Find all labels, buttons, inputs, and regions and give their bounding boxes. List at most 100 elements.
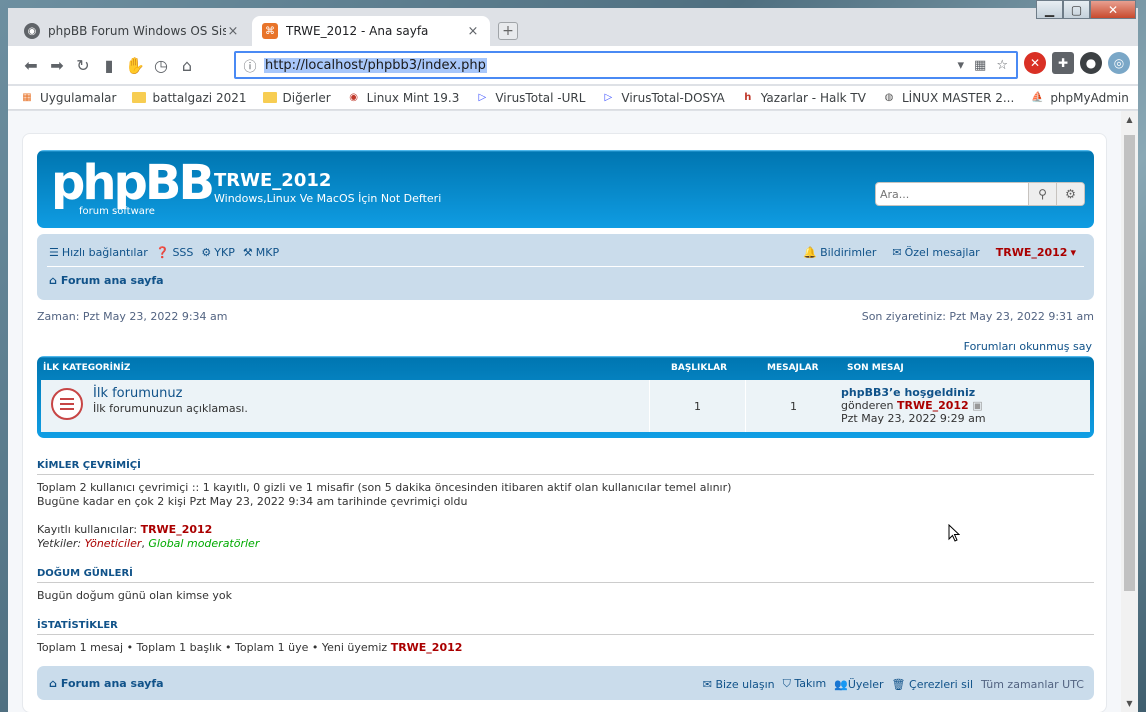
nav-label: MKP: [255, 245, 280, 259]
last-post: phpBB3’e hoşgeldiniz gönderen TRWE_2012 …: [841, 386, 986, 425]
halktv-icon: h: [744, 92, 752, 103]
info-icon[interactable]: ⓘ: [236, 56, 264, 75]
virustotal-icon: ▷: [478, 92, 487, 103]
current-time: Zaman: Pzt May 23, 2022 9:34 am: [37, 310, 228, 323]
extension-icons: ✕ ✚ ● ◎: [1024, 52, 1130, 74]
online-line1: Toplam 2 kullanıcı çevrimiçi :: 1 kayıtl…: [37, 481, 732, 494]
view-latest-icon[interactable]: ▣: [972, 399, 982, 412]
phpmyadmin-icon: ⛵: [1031, 92, 1044, 103]
mcp-link[interactable]: ⚒ MKP: [243, 246, 279, 259]
team-link[interactable]: ⛉ Takım: [783, 677, 827, 691]
home-icon[interactable]: ⌂: [174, 52, 200, 78]
mint-icon: ◉: [349, 92, 359, 103]
gear-icon[interactable]: ⚙: [1056, 183, 1084, 205]
globe-icon: ◍: [884, 92, 894, 103]
bookmark-apps[interactable]: ▦ Uygulamalar: [20, 91, 116, 105]
footer-label: Üyeler: [847, 677, 884, 691]
logo-subtext: forum software: [79, 206, 155, 217]
footer-breadcrumb: ⌂ Forum ana sayfa: [49, 677, 164, 690]
phpbb-logo[interactable]: phpBB forum software: [51, 158, 215, 217]
folder-icon: [132, 92, 147, 103]
bookmark-link[interactable]: ⛵ phpMyAdmin: [1030, 91, 1129, 105]
newest-member[interactable]: TRWE_2012: [391, 641, 463, 654]
registered-prefix: Kayıtlı kullanıcılar:: [37, 523, 138, 536]
address-url[interactable]: http://localhost/phpbb3/index.php: [264, 57, 487, 73]
close-window-icon[interactable]: ✕: [1090, 0, 1136, 19]
stats-text: Toplam 1 mesaj • Toplam 1 başlık • Topla…: [37, 641, 388, 654]
search-input[interactable]: [876, 187, 1028, 201]
last-post-author[interactable]: TRWE_2012: [897, 399, 969, 412]
breadcrumb: ⌂ Forum ana sayfa: [49, 274, 164, 287]
scroll-up-icon[interactable]: ▲: [1121, 111, 1138, 128]
shield-icon: ⛉: [782, 677, 791, 690]
bookmark-link[interactable]: ◉ Linux Mint 19.3: [347, 91, 459, 105]
back-icon[interactable]: ⬅: [18, 52, 44, 78]
quick-links-menu[interactable]: ☰ Hızlı bağlantılar: [49, 246, 148, 259]
mark-forums-read-link[interactable]: Forumları okunmuş say: [964, 340, 1092, 353]
notifications-link[interactable]: 🔔 Bildirimler: [803, 246, 876, 259]
browser-toolbar: ⬅ ➡ ↻ ▮ ✋ ◷ ⌂ ⓘ http://localhost/phpbb3/…: [8, 46, 1138, 84]
maximize-icon[interactable]: ▢: [1063, 0, 1090, 19]
group-global-mods[interactable]: Global moderatörler: [148, 537, 259, 550]
tab-close-icon[interactable]: ×: [226, 24, 240, 39]
tab-phpbb-forum[interactable]: ◉ phpBB Forum Windows OS Sisten ×: [14, 16, 250, 46]
contact-link[interactable]: ✉ Bize ulaşın: [703, 678, 775, 691]
scroll-down-icon[interactable]: ▼: [1121, 695, 1138, 712]
members-link[interactable]: 👥Üyeler: [834, 678, 883, 691]
last-post-title[interactable]: phpBB3’e hoşgeldiniz: [841, 386, 986, 399]
category-header: İLK KATEGORİNİZ BAŞLIKLAR MESAJLAR SON M…: [37, 356, 1094, 378]
history-clock-icon[interactable]: ◷: [148, 52, 174, 78]
bookmark-folder[interactable]: battalgazi 2021: [132, 91, 247, 105]
dropdown-icon[interactable]: ▾: [958, 58, 965, 73]
breadcrumb-home[interactable]: Forum ana sayfa: [61, 274, 164, 287]
forum-posts-count: 1: [745, 380, 841, 432]
tab-trwe-home[interactable]: ⌘ TRWE_2012 - Ana sayfa ×: [252, 16, 490, 46]
star-icon[interactable]: ☆: [996, 58, 1008, 73]
bookmark-label: VirusTotal -URL: [495, 90, 586, 105]
puzzle-icon[interactable]: ✚: [1052, 52, 1074, 74]
footer-home-link[interactable]: Forum ana sayfa: [61, 677, 164, 690]
bookmark-link[interactable]: h Yazarlar - Halk TV: [741, 91, 866, 105]
site-description: Windows,Linux Ve MacOS İçin Not Defteri: [214, 192, 442, 205]
footer-label: Bize ulaşın: [715, 677, 775, 691]
bookmark-label: VirusTotal-DOSYA: [621, 90, 725, 105]
nav-label: Bildirimler: [820, 245, 877, 259]
registered-user[interactable]: TRWE_2012: [141, 523, 213, 536]
group-admins[interactable]: Yöneticiler: [85, 537, 142, 550]
bookmark-panel-icon[interactable]: ▮: [96, 52, 122, 78]
timezone-text: Tüm zamanlar UTC: [981, 677, 1084, 691]
hand-icon[interactable]: ✋: [122, 52, 148, 78]
delete-cookies-link[interactable]: 🗑 Çerezleri sil: [892, 678, 973, 691]
bookmark-link[interactable]: ◍ LİNUX MASTER 2...: [882, 91, 1015, 105]
acp-link[interactable]: ⚙ YKP: [201, 246, 234, 259]
private-messages-link[interactable]: ✉ Özel mesajlar: [892, 246, 979, 259]
tab-close-icon[interactable]: ×: [466, 24, 480, 39]
bookmark-link[interactable]: ▷ VirusTotal -URL: [475, 90, 586, 105]
bookmark-label: Uygulamalar: [40, 90, 117, 105]
bookmark-folder[interactable]: Diğerler: [262, 91, 331, 105]
user-menu[interactable]: TRWE_2012 ▾: [996, 246, 1076, 259]
adblock-icon[interactable]: ✕: [1024, 52, 1046, 74]
col-topics: BAŞLIKLAR: [671, 363, 727, 373]
search-icon[interactable]: ⚲: [1028, 183, 1056, 205]
legend-prefix: Yetkiler:: [37, 537, 82, 550]
new-tab-button[interactable]: +: [498, 22, 518, 40]
gavel-icon: ⚒: [242, 245, 253, 259]
address-bar[interactable]: ⓘ http://localhost/phpbb3/index.php ▾ ▦ …: [234, 51, 1018, 79]
forum-title-link[interactable]: İlk forumunuz: [93, 386, 182, 401]
home-icon: ⌂: [49, 274, 57, 287]
scroll-thumb[interactable]: [1124, 135, 1135, 591]
category-title[interactable]: İLK KATEGORİNİZ: [43, 363, 130, 373]
question-icon: ❓: [155, 245, 170, 259]
profile-icon[interactable]: ●: [1080, 52, 1102, 74]
browser-menu-icon[interactable]: ◎: [1108, 52, 1130, 74]
page-scrollbar[interactable]: ▲ ▼: [1121, 111, 1138, 712]
forward-icon[interactable]: ➡: [44, 52, 70, 78]
bookmark-link[interactable]: ▷ VirusTotal-DOSYA: [601, 90, 725, 105]
reload-icon[interactable]: ↻: [70, 52, 96, 78]
apps-grid-icon[interactable]: ▦: [974, 58, 986, 73]
minimize-icon[interactable]: ▁: [1036, 0, 1063, 19]
bars-icon: ☰: [49, 245, 59, 259]
online-heading[interactable]: KİMLER ÇEVRİMİÇİ: [37, 460, 1094, 475]
faq-link[interactable]: ❓ SSS: [156, 246, 194, 259]
